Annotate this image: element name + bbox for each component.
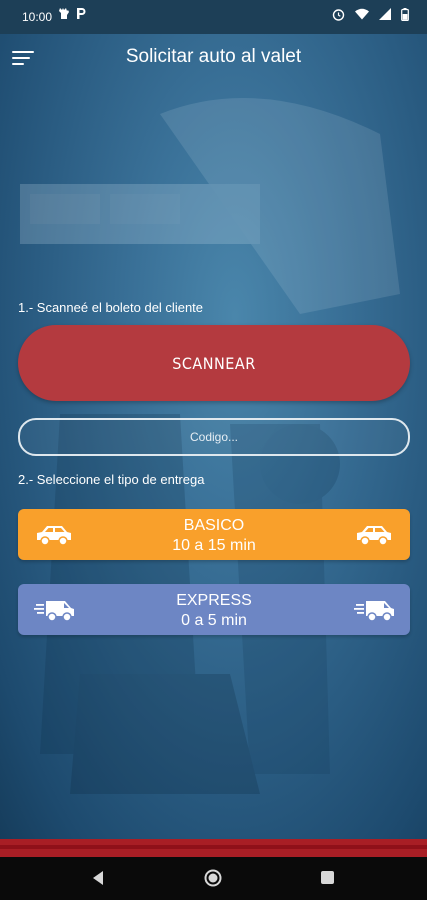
back-icon[interactable]	[90, 870, 106, 886]
alarm-icon	[332, 8, 345, 24]
recents-icon[interactable]	[321, 871, 334, 884]
settings-icon	[58, 7, 70, 23]
delivery-option-basico[interactable]: BASICO 10 a 15 min	[18, 509, 410, 560]
system-nav-bar	[0, 857, 427, 900]
step2-label: 2.- Seleccione el tipo de entrega	[18, 472, 205, 487]
option-time: 0 a 5 min	[181, 612, 247, 629]
option-text: EXPRESS 0 a 5 min	[18, 591, 410, 631]
car-icon	[354, 522, 394, 548]
page-title: Solicitar auto al valet	[125, 46, 302, 67]
van-icon	[354, 597, 394, 623]
code-input[interactable]	[18, 418, 410, 456]
option-text: BASICO 10 a 15 min	[18, 516, 410, 556]
delivery-option-express[interactable]: EXPRESS 0 a 5 min	[18, 584, 410, 635]
scan-button[interactable]: SCANNEAR	[18, 325, 410, 401]
option-name: EXPRESS	[176, 592, 252, 609]
signal-icon	[379, 8, 391, 24]
status-bar: 10:00	[0, 0, 427, 34]
status-right-icons	[332, 8, 409, 24]
bottom-accent-strip	[0, 839, 427, 857]
option-name: BASICO	[183, 517, 245, 534]
battery-icon	[401, 8, 409, 24]
status-time: 10:00	[22, 10, 53, 24]
step1-label: 1.- Scanneé el boleto del cliente	[18, 300, 204, 315]
status-left-icons	[58, 7, 87, 23]
parking-icon	[76, 7, 87, 23]
option-time: 10 a 15 min	[172, 537, 256, 554]
app-screen: Solicitar auto al valet 1.- Scanneé el b…	[0, 34, 427, 840]
wifi-icon	[355, 8, 369, 24]
home-icon[interactable]	[204, 869, 222, 887]
